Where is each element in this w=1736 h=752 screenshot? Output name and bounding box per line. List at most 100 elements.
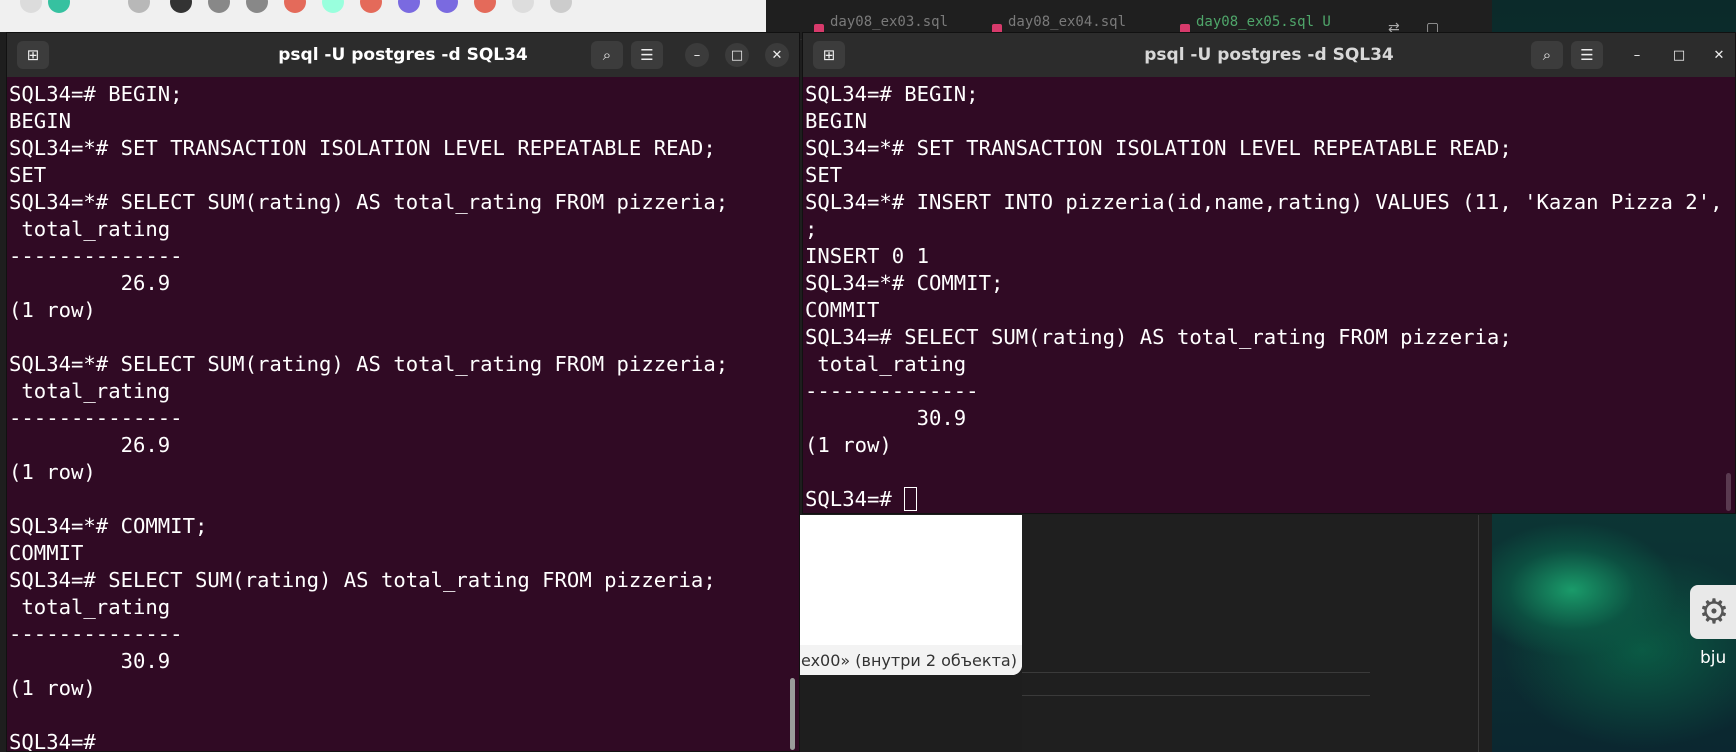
terminal-line-text: SQL34=*# COMMIT; (9, 514, 208, 538)
search-icon[interactable]: ⌕ (591, 41, 623, 69)
terminal-line: BEGIN (9, 108, 797, 135)
terminal-line-text: (1 row) (9, 676, 96, 700)
terminal-line-text: SQL34=*# SET TRANSACTION ISOLATION LEVEL… (9, 136, 716, 160)
divider (1022, 672, 1370, 673)
close-icon[interactable]: ✕ (765, 43, 789, 67)
terminal-line: SET (805, 162, 1733, 189)
extension-icon[interactable] (322, 0, 344, 13)
desktop-launcher-label[interactable]: bju (1700, 648, 1726, 668)
terminal-line-text: BEGIN (805, 109, 867, 133)
terminal-line-text: total_rating (9, 595, 171, 619)
extension-icon[interactable] (474, 0, 496, 13)
terminal-line: COMMIT (9, 540, 797, 567)
terminal-line-text: SET (805, 163, 843, 187)
minimize-icon[interactable]: – (685, 43, 709, 67)
menu-icon[interactable]: ☰ (631, 41, 663, 69)
file-manager-status: ex00» (внутри 2 объекта) (766, 645, 1022, 675)
maximize-icon[interactable]: □ (725, 43, 749, 67)
terminal-line: (1 row) (9, 459, 797, 486)
terminal-headerbar[interactable]: ⊞ psql -U postgres -d SQL34 ⌕ ☰ – □ ✕ (7, 33, 799, 77)
terminal-line: SQL34=# (9, 729, 797, 751)
terminal-headerbar[interactable]: ⊞ psql -U postgres -d SQL34 ⌕ ☰ – □ ✕ (803, 33, 1735, 77)
terminal-line-text: SQL34=# BEGIN; (9, 82, 183, 106)
menu-icon[interactable]: ☰ (1571, 41, 1603, 69)
terminal-line-text: -------------- (9, 622, 183, 646)
terminal-output[interactable]: SQL34=# BEGIN; BEGIN SQL34=*# SET TRANSACT… (803, 77, 1735, 513)
extension-icon[interactable] (398, 0, 420, 13)
terminal-line: BEGIN (805, 108, 1733, 135)
terminal-line: SQL34=*# SELECT SUM(rating) AS total_rat… (9, 189, 797, 216)
terminal-window-left[interactable]: ⊞ psql -U postgres -d SQL34 ⌕ ☰ – □ ✕ SQ… (6, 32, 800, 752)
terminal-line-text: COMMIT (805, 298, 880, 322)
terminal-title: psql -U postgres -d SQL34 (278, 45, 528, 65)
terminal-line-text: (1 row) (805, 433, 892, 457)
terminal-line: SQL34=# BEGIN; (9, 81, 797, 108)
terminal-window-right[interactable]: ⊞ psql -U postgres -d SQL34 ⌕ ☰ – □ ✕ SQ… (802, 32, 1736, 514)
terminal-line-text: -------------- (9, 244, 183, 268)
minimize-icon[interactable]: – (1625, 43, 1649, 67)
search-icon[interactable]: ⌕ (1531, 41, 1563, 69)
terminal-line: total_rating (9, 378, 797, 405)
terminal-line: SQL34=# BEGIN; (805, 81, 1733, 108)
app-icon[interactable] (48, 0, 70, 13)
terminal-line-text: SQL34=# SELECT SUM(rating) AS total_rati… (805, 325, 1512, 349)
terminal-line: SQL34=# SELECT SUM(rating) AS total_rati… (9, 567, 797, 594)
terminal-line-text: SQL34=*# SELECT SUM(rating) AS total_rat… (9, 190, 729, 214)
terminal-line-text: total_rating (805, 352, 967, 376)
terminal-line: SQL34=*# INSERT INTO pizzeria(id,name,ra… (805, 189, 1735, 216)
terminal-line: total_rating (805, 351, 1733, 378)
terminal-output[interactable]: SQL34=# BEGIN; BEGIN SQL34=*# SET TRANSACT… (7, 77, 799, 751)
divider (1022, 695, 1370, 696)
extension-icon[interactable] (512, 0, 534, 13)
terminal-line: (1 row) (9, 297, 797, 324)
extension-icon[interactable] (246, 0, 268, 13)
terminal-line: total_rating (9, 594, 797, 621)
extension-icon[interactable] (128, 0, 150, 13)
extension-icon[interactable] (550, 0, 572, 13)
divider (1478, 515, 1479, 752)
terminal-line: ; (805, 216, 1733, 243)
scrollbar[interactable] (790, 678, 795, 750)
terminal-line: SQL34=*# SET TRANSACTION ISOLATION LEVEL… (9, 135, 797, 162)
extension-icon[interactable] (436, 0, 458, 13)
terminal-line: SQL34=*# SET TRANSACTION ISOLATION LEVEL… (805, 135, 1733, 162)
terminal-line: (1 row) (805, 432, 1733, 459)
terminal-line-text: -------------- (805, 379, 979, 403)
terminal-line: SQL34=# SELECT SUM(rating) AS total_rati… (805, 324, 1733, 351)
terminal-line-text: COMMIT (9, 541, 84, 565)
terminal-line: total_rating (9, 216, 797, 243)
terminal-line-text: SQL34=*# SET TRANSACTION ISOLATION LEVEL… (805, 136, 1512, 160)
terminal-line-text: 26.9 (9, 271, 171, 295)
extension-icon[interactable] (208, 0, 230, 13)
maximize-icon[interactable]: □ (1667, 43, 1691, 67)
terminal-line: SQL34=*# COMMIT; (805, 270, 1733, 297)
close-icon[interactable]: ✕ (1707, 43, 1731, 67)
terminal-line: COMMIT (805, 297, 1733, 324)
browser-icon[interactable] (20, 0, 42, 13)
scrollbar[interactable] (1726, 473, 1731, 511)
terminal-line-text: SQL34=*# SELECT SUM(rating) AS total_rat… (9, 352, 729, 376)
terminal-line: SQL34=*# SELECT SUM(rating) AS total_rat… (9, 351, 797, 378)
terminal-line-text: 30.9 (805, 406, 967, 430)
terminal-line-text: SQL34=*# INSERT INTO pizzeria(id,name,ra… (805, 190, 1735, 214)
terminal-line: -------------- (9, 243, 797, 270)
settings-gear-icon[interactable]: ⚙ (1690, 585, 1736, 639)
terminal-line-text: (1 row) (9, 460, 96, 484)
background-window (1022, 515, 1492, 752)
terminal-line: 26.9 (9, 432, 797, 459)
browser-toolbar-strip (0, 0, 766, 32)
extension-icon[interactable] (284, 0, 306, 13)
desktop: day08_ex03.sql day08_ex04.sql day08_ex05… (0, 0, 1736, 752)
terminal-line-text: total_rating (9, 217, 171, 241)
terminal-line: INSERT 0 1 (805, 243, 1733, 270)
terminal-line-text: INSERT 0 1 (805, 244, 929, 268)
terminal-line-text: 26.9 (9, 433, 171, 457)
extension-icon[interactable] (360, 0, 382, 13)
terminal-line: SET (9, 162, 797, 189)
terminal-line: 30.9 (9, 648, 797, 675)
extension-icon[interactable] (170, 0, 192, 13)
terminal-line: -------------- (9, 621, 797, 648)
